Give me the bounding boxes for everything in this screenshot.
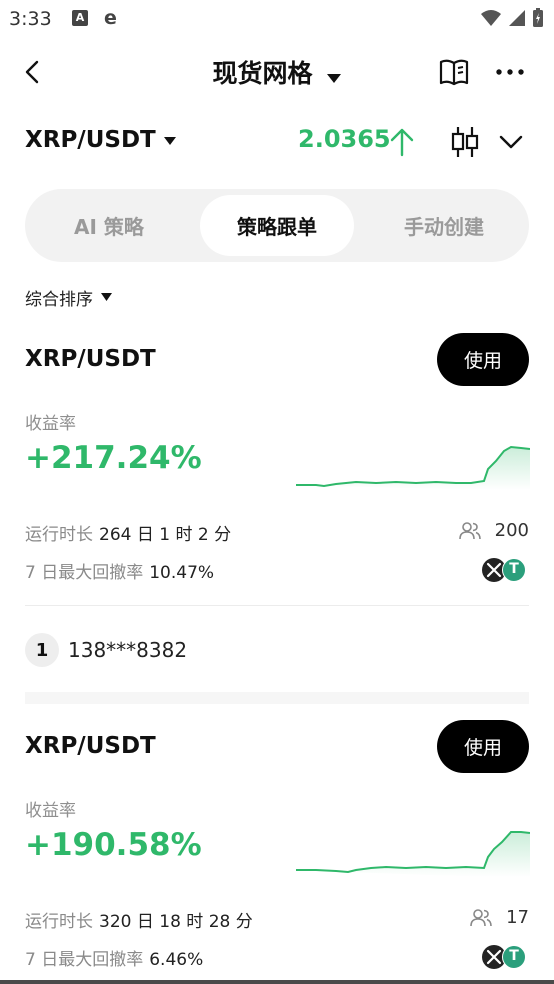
coin-icons: T [482, 558, 530, 582]
runtime-row: 运行时长 320 日 18 时 28 分 [25, 907, 253, 932]
yield-label: 收益率 [25, 414, 76, 434]
followers-value: 17 [506, 907, 529, 928]
caret-down-icon[interactable] [163, 136, 177, 146]
use-button[interactable]: 使用 [437, 333, 529, 386]
notification-e-icon: e [104, 7, 117, 29]
battery-icon [533, 8, 543, 27]
usdt-coin-icon: T [502, 945, 526, 969]
status-bar: 3:33 A e [0, 0, 554, 38]
status-indicators [480, 8, 544, 28]
card-pair: XRP/USDT [25, 733, 156, 759]
more-icon [496, 69, 524, 75]
caret-down-icon [326, 73, 341, 83]
runtime-label: 运行时长 [25, 525, 93, 545]
runtime-value: 264 日 1 时 2 分 [99, 525, 232, 545]
leader-user: 138***8382 [68, 638, 188, 662]
leader-row[interactable]: 1 138***8382 [25, 633, 187, 667]
signal-icon [509, 10, 525, 26]
drawdown-row: 7 日最大回撤率 10.47% [25, 558, 214, 583]
sort-label: 综合排序 [25, 289, 93, 310]
followers-value: 200 [494, 520, 529, 541]
yield-sparkline [296, 831, 530, 877]
drawdown-value: 10.47% [149, 563, 215, 583]
arrow-up-icon [390, 128, 414, 157]
yield-value: +190.58% [25, 827, 202, 863]
chevron-down-icon [499, 135, 523, 149]
pair-price: 2.0365 [298, 125, 391, 153]
yield-sparkline [296, 445, 530, 490]
drawdown-label: 7 日最大回撤率 [25, 563, 144, 583]
strategy-tabs: AI 策略 策略跟单 手动创建 [25, 189, 529, 262]
nav-bar: 现货网格 [0, 48, 554, 96]
usdt-coin-icon: T [502, 558, 526, 582]
guide-button[interactable] [438, 56, 470, 88]
tab-ai-strategy[interactable]: AI 策略 [31, 195, 187, 256]
candlestick-icon [451, 127, 479, 157]
drawdown-row: 7 日最大回撤率 6.46% [25, 945, 203, 970]
expand-button[interactable] [496, 128, 526, 156]
rank-badge: 1 [25, 633, 59, 667]
kline-button[interactable] [450, 126, 480, 158]
notification-a-icon: A [72, 10, 88, 26]
more-button[interactable] [494, 56, 526, 88]
status-time: 3:33 [9, 8, 52, 30]
strategy-type-selector[interactable]: 现货网格 [0, 54, 554, 90]
use-button[interactable]: 使用 [437, 720, 529, 773]
section-separator [25, 692, 529, 704]
tab-copy-strategy[interactable]: 策略跟单 [200, 195, 354, 256]
caret-down-icon [101, 293, 112, 301]
drawdown-label: 7 日最大回撤率 [25, 950, 144, 970]
pair-selector[interactable]: XRP/USDT [25, 127, 156, 153]
followers-count: 17 [470, 907, 529, 928]
sort-dropdown[interactable]: 综合排序 [25, 285, 112, 310]
card-pair: XRP/USDT [25, 346, 156, 372]
followers-count: 200 [458, 520, 529, 541]
page-title: 现货网格 [212, 59, 313, 88]
coin-icons: T [482, 945, 530, 969]
wifi-icon [481, 10, 501, 26]
book-icon [439, 59, 469, 86]
divider [25, 605, 529, 606]
bottom-edge [0, 980, 554, 984]
runtime-value: 320 日 18 时 28 分 [99, 912, 253, 932]
yield-label: 收益率 [25, 801, 76, 821]
runtime-row: 运行时长 264 日 1 时 2 分 [25, 520, 231, 545]
users-icon [470, 908, 492, 926]
tab-manual-create[interactable]: 手动创建 [365, 195, 523, 256]
drawdown-value: 6.46% [149, 950, 204, 970]
yield-value: +217.24% [25, 440, 202, 476]
runtime-label: 运行时长 [25, 912, 93, 932]
pair-bar: XRP/USDT 2.0365 [0, 118, 554, 166]
users-icon [458, 521, 481, 539]
